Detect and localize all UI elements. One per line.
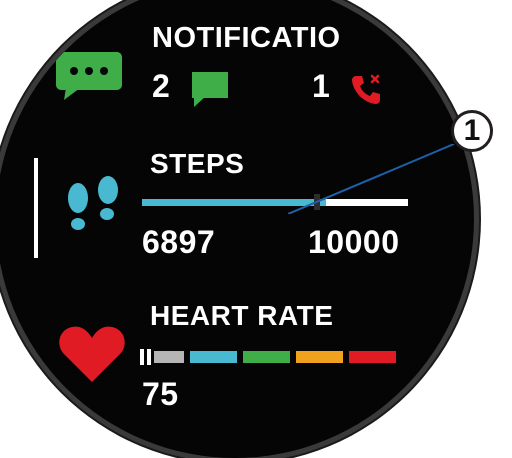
heart-rate-zone-2 [190,350,237,363]
steps-goal: 10000 [308,224,400,260]
heart-rate-zone-1 [154,350,184,363]
heart-rate-title: HEART RATE [150,300,334,331]
selection-indicator [34,158,38,258]
heart-icon [59,326,125,382]
watch-face: NOTIFICATIO 2 1 STEPS 6897 10000 HEART R… [0,0,474,458]
steps-title: STEPS [150,148,245,179]
heart-rate-zone-3 [243,350,290,363]
footprints-icon [68,176,118,230]
missed-call-count: 1 [312,68,331,104]
message-count: 2 [152,68,171,104]
heart-rate-zone-5 [349,350,396,363]
heart-rate-marker-bar [147,348,151,365]
callout-line [288,144,455,214]
steps-current: 6897 [142,224,216,260]
heart-rate-value: 75 [142,376,179,412]
heart-rate-marker [140,348,151,365]
heart-rate-marker-bar [140,348,144,365]
notifications-title: NOTIFICATIO [152,22,341,54]
callout-number: 1 [451,110,493,152]
chat-bubble-icon [56,52,122,100]
heart-rate-zones [140,348,402,365]
missed-call-icon [352,74,380,104]
heart-rate-zone-4 [296,350,343,363]
message-icon [192,72,228,107]
